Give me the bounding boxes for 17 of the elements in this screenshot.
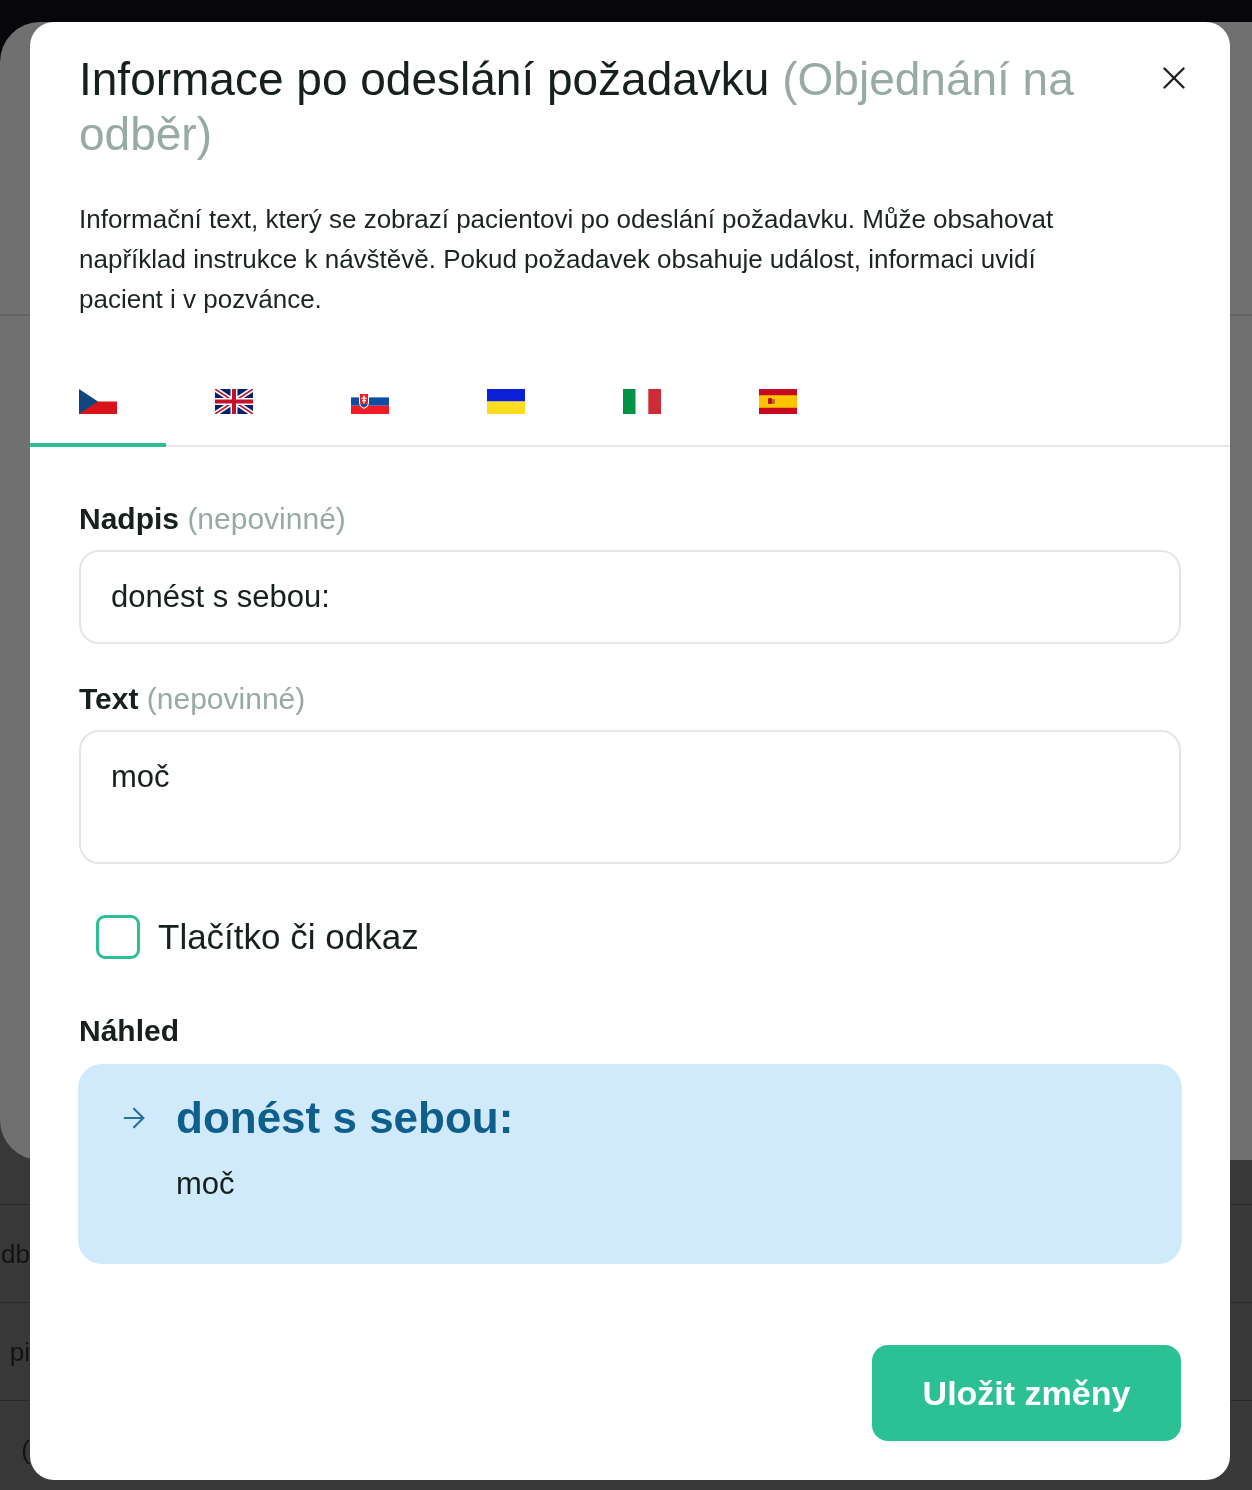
checkbox-label[interactable]: Tlačítko či odkaz: [158, 915, 419, 959]
union-jack-flag-icon: [215, 389, 253, 414]
text-area[interactable]: moč: [79, 730, 1181, 864]
italian-flag-icon: [623, 389, 661, 414]
preview-heading: donést s sebou:: [176, 1092, 514, 1144]
preview-label: Náhled: [79, 1013, 181, 1049]
ukrainian-flag-icon: [487, 389, 525, 414]
background-text: (: [21, 1433, 30, 1467]
field-label: Nadpis (nepovinné): [79, 501, 347, 537]
checkbox[interactable]: [96, 915, 140, 959]
text-input[interactable]: donést s sebou:: [79, 550, 1181, 644]
dialog-description: Informační text, který se zobrazí pacientovi po odeslání požadavku. Může obsahovat například instrukce k návštěvě. Pokud požadavek obsahuje událost, informaci uvidí pacient i v pozvánce.: [79, 203, 1055, 316]
spanish-flag-icon: [759, 389, 797, 414]
dialog-title: Informace po odeslání požadavku (Objednání na odběr): [79, 52, 1075, 162]
czech-flag-icon: [79, 389, 117, 414]
preview-text: moč: [176, 1166, 236, 1202]
field-label: Text (nepovinné): [79, 681, 307, 717]
